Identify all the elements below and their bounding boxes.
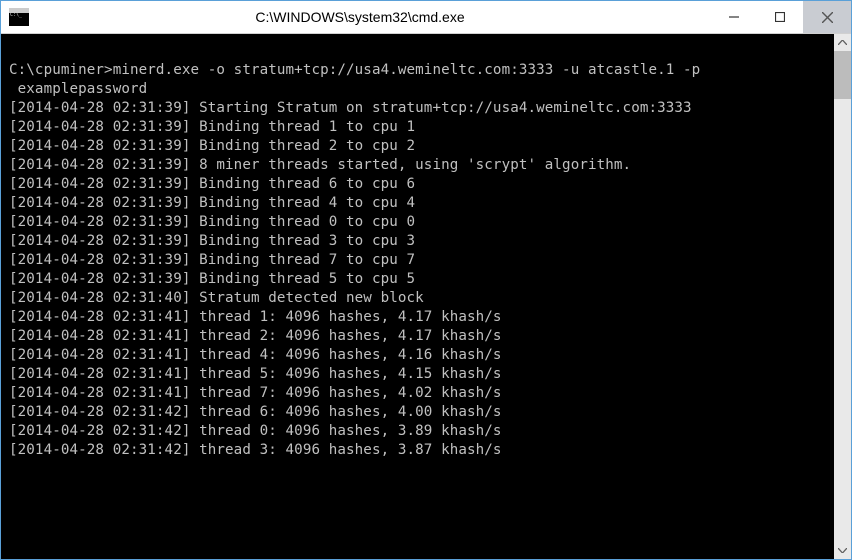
close-button[interactable] bbox=[803, 1, 851, 33]
minimize-button[interactable] bbox=[711, 1, 757, 33]
chevron-down-icon bbox=[838, 548, 847, 553]
scroll-down-button[interactable] bbox=[834, 542, 851, 559]
window-controls bbox=[711, 1, 851, 33]
titlebar[interactable]: C:\WINDOWS\system32\cmd.exe bbox=[1, 1, 851, 34]
scrollbar[interactable] bbox=[834, 34, 851, 559]
terminal-output[interactable]: C:\cpuminer>minerd.exe -o stratum+tcp://… bbox=[1, 34, 834, 559]
chevron-up-icon bbox=[838, 40, 847, 45]
terminal-area: C:\cpuminer>minerd.exe -o stratum+tcp://… bbox=[1, 34, 851, 559]
window-title: C:\WINDOWS\system32\cmd.exe bbox=[29, 9, 691, 25]
maximize-button[interactable] bbox=[757, 1, 803, 33]
cmd-icon bbox=[9, 8, 29, 26]
scroll-up-button[interactable] bbox=[834, 34, 851, 51]
minimize-icon bbox=[729, 12, 739, 22]
cmd-window: C:\WINDOWS\system32\cmd.exe C:\cpuminer>… bbox=[0, 0, 852, 560]
close-icon bbox=[822, 12, 833, 23]
scrollbar-thumb[interactable] bbox=[834, 51, 851, 99]
maximize-icon bbox=[775, 12, 785, 22]
